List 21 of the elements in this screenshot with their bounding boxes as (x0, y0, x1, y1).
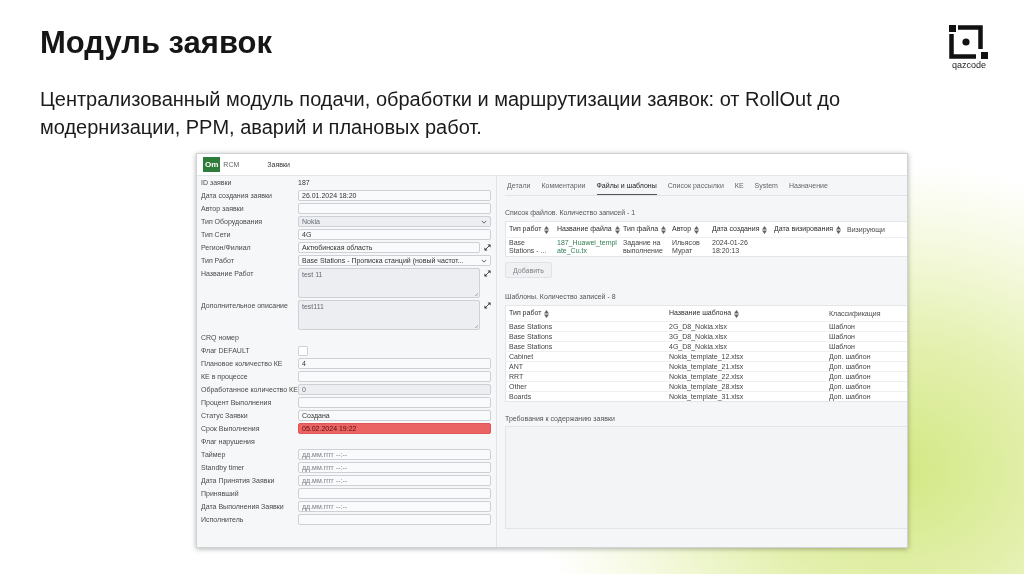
sort-icon[interactable] (836, 225, 842, 234)
sort-icon[interactable] (734, 309, 740, 318)
sort-icon[interactable] (762, 225, 768, 234)
input-field[interactable] (298, 514, 491, 525)
checkbox[interactable] (298, 345, 308, 356)
input-field[interactable] (298, 397, 491, 408)
logo-text: qazcode (952, 60, 986, 70)
logo-icon (949, 25, 989, 59)
sort-icon[interactable] (614, 225, 620, 234)
input-field[interactable] (298, 203, 491, 214)
brand-logo: Om (203, 157, 221, 172)
expand-icon[interactable] (484, 244, 491, 251)
input-field[interactable] (298, 488, 491, 499)
sort-icon[interactable] (661, 225, 667, 234)
chevron-down-icon[interactable] (481, 258, 487, 263)
slide-title: Модуль заявок (40, 25, 273, 61)
sort-icon[interactable] (544, 225, 550, 234)
slide-subtitle: Централизованный модуль подачи, обработки и маршрутизации заявок: от RollOut до модернизации, PPM, аварий и плановых работ. (40, 87, 842, 140)
input-field[interactable] (298, 371, 491, 382)
sort-icon[interactable] (544, 309, 550, 318)
sort-icon[interactable] (694, 225, 700, 234)
